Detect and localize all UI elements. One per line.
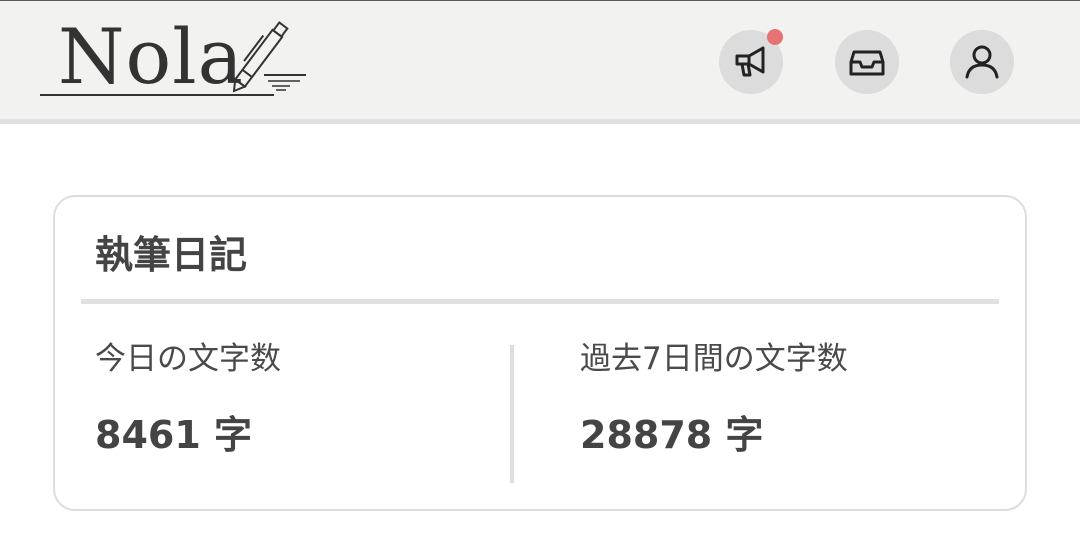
stats-divider — [510, 345, 514, 483]
today-word-count-label: 今日の文字数 — [95, 341, 281, 377]
notification-badge — [767, 29, 783, 45]
title-divider — [81, 299, 999, 304]
app-header: Nola — [0, 0, 1080, 124]
megaphone-icon — [735, 46, 765, 77]
nola-logo[interactable]: Nola — [38, 15, 310, 99]
writing-diary-card: 執筆日記 今日の文字数 8461 字 過去7日間の文字数 28878 字 — [53, 195, 1027, 511]
week-word-count-label: 過去7日間の文字数 — [580, 341, 848, 377]
today-word-count-value: 8461 字 — [95, 413, 252, 457]
week-word-count-value: 28878 字 — [580, 413, 764, 457]
week-word-count: 過去7日間の文字数 28878 字 — [580, 337, 848, 461]
today-word-count: 今日の文字数 8461 字 — [95, 337, 281, 461]
account-button[interactable] — [950, 30, 1014, 94]
logo-wordmark: Nola — [58, 12, 244, 101]
card-title: 執筆日記 — [95, 233, 248, 277]
inbox-button[interactable] — [835, 30, 899, 94]
user-icon — [965, 45, 999, 79]
inbox-tray-icon — [849, 50, 885, 76]
